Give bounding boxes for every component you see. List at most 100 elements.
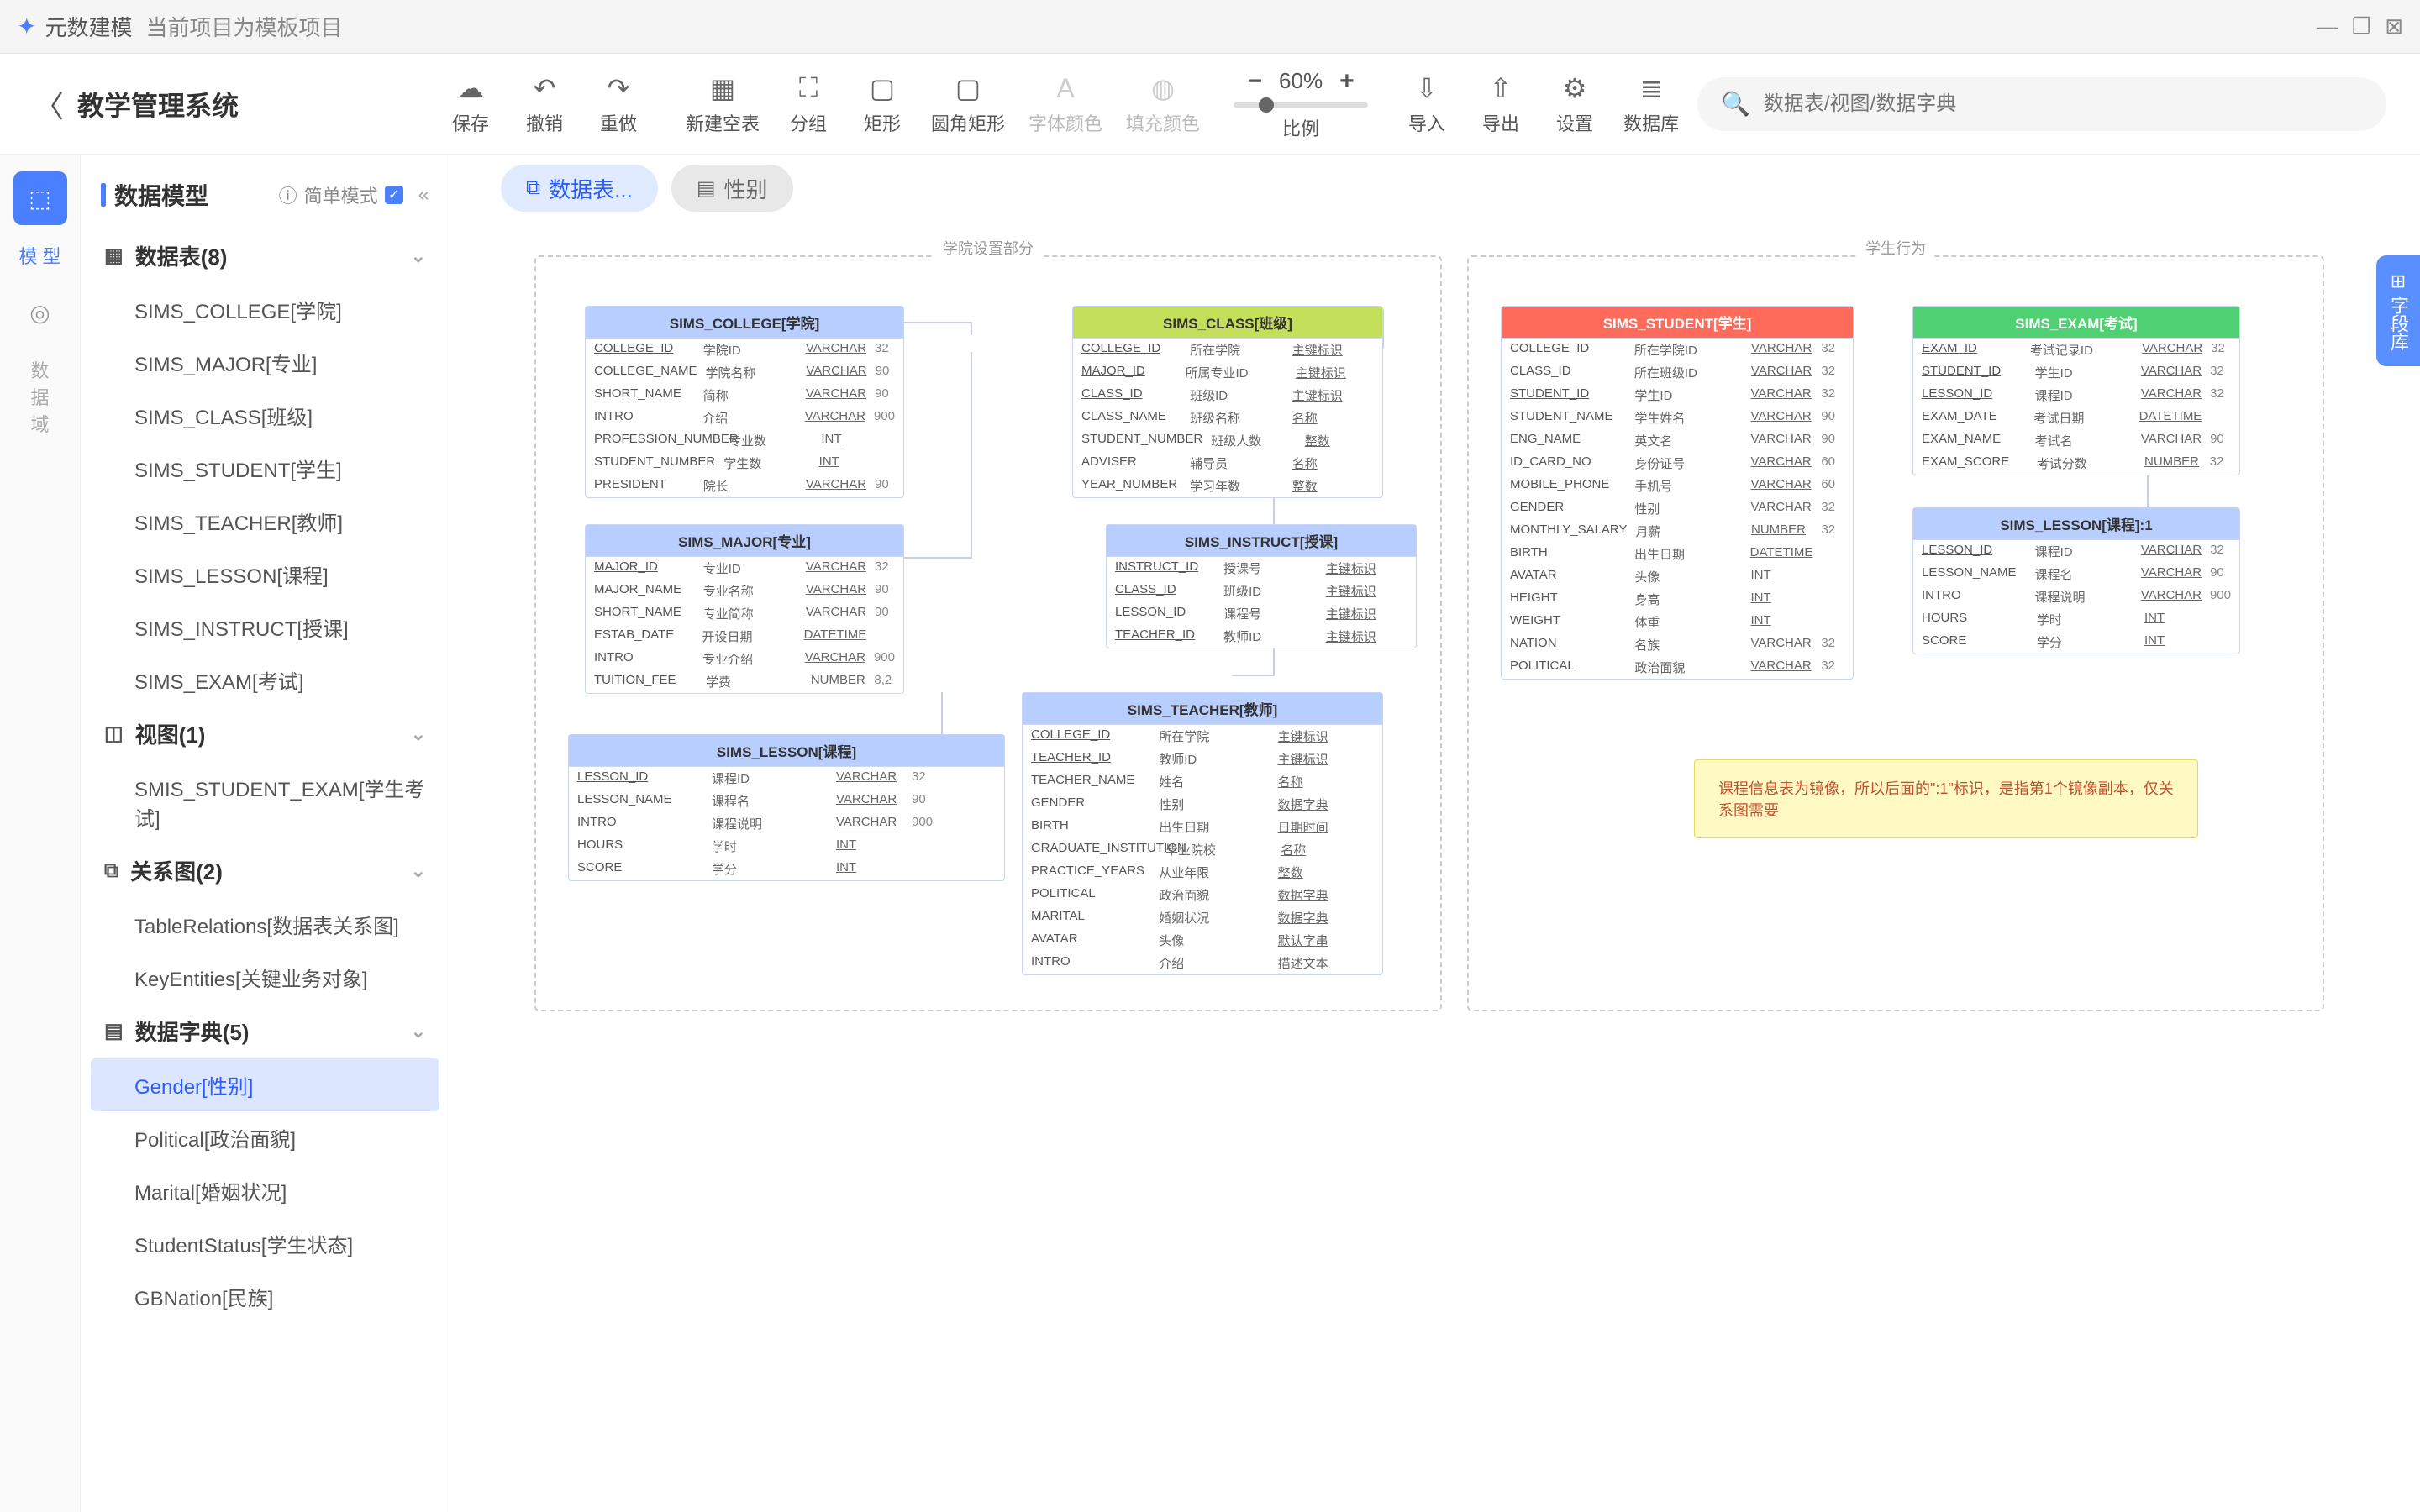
section-dicts[interactable]: ▤ 数据字典(5) ⌄ bbox=[91, 1004, 439, 1058]
field-row[interactable]: SCORE学分INT bbox=[569, 858, 1004, 880]
sidebar-item[interactable]: SIMS_INSTRUCT[授课] bbox=[91, 601, 439, 654]
field-row[interactable]: EXAM_DATE考试日期DATETIME bbox=[1913, 407, 2239, 429]
nav-model[interactable]: ⬚ bbox=[13, 171, 67, 225]
field-row[interactable]: POLITICAL政治面貌VARCHAR32 bbox=[1502, 656, 1853, 679]
canvas[interactable]: ⧉数据表... ▤性别 ⊞ 字段库 学院设置部分 学生行为 bbox=[450, 155, 2420, 1512]
field-row[interactable]: MOBILE_PHONE手机号VARCHAR60 bbox=[1502, 475, 1853, 497]
field-row[interactable]: MONTHLY_SALARY月薪NUMBER32 bbox=[1502, 520, 1853, 543]
import-button[interactable]: ⇩导入 bbox=[1402, 72, 1452, 136]
field-row[interactable]: MAJOR_NAME专业名称VARCHAR90 bbox=[586, 580, 903, 602]
field-row[interactable]: POLITICAL政治面貌数据字典 bbox=[1023, 884, 1382, 906]
export-button[interactable]: ⇧导出 bbox=[1476, 72, 1526, 136]
field-row[interactable]: MAJOR_ID所属专业ID主键标识 bbox=[1073, 361, 1382, 384]
field-row[interactable]: COLLEGE_NAME学院名称VARCHAR90 bbox=[586, 361, 903, 384]
field-row[interactable]: COLLEGE_ID所在学院主键标识 bbox=[1023, 725, 1382, 748]
field-row[interactable]: LESSON_ID课程号主键标识 bbox=[1107, 602, 1416, 625]
field-row[interactable]: TEACHER_NAME姓名名称 bbox=[1023, 770, 1382, 793]
field-row[interactable]: COLLEGE_ID所在学院IDVARCHAR32 bbox=[1502, 339, 1853, 361]
tab-gender[interactable]: ▤性别 bbox=[671, 165, 793, 212]
field-row[interactable]: CLASS_ID班级ID主键标识 bbox=[1107, 580, 1416, 602]
field-row[interactable]: LESSON_NAME课程名VARCHAR90 bbox=[569, 790, 1004, 812]
close-icon[interactable]: ⊠ bbox=[2385, 13, 2403, 39]
rect-button[interactable]: ▢矩形 bbox=[857, 72, 908, 136]
field-row[interactable]: BIRTH出生日期DATETIME bbox=[1502, 543, 1853, 565]
field-row[interactable]: INTRO介绍VARCHAR900 bbox=[586, 407, 903, 429]
save-button[interactable]: ☁保存 bbox=[445, 72, 496, 136]
sidebar-item[interactable]: SIMS_STUDENT[学生] bbox=[91, 442, 439, 495]
sidebar-item[interactable]: SIMS_EXAM[考试] bbox=[91, 654, 439, 706]
field-row[interactable]: STUDENT_NUMBER学生数INT bbox=[586, 452, 903, 475]
sidebar-item[interactable]: SMIS_STUDENT_EXAM[学生考试] bbox=[91, 761, 439, 843]
field-row[interactable]: TEACHER_ID教师ID主键标识 bbox=[1107, 625, 1416, 648]
sidebar-item[interactable]: SIMS_LESSON[课程] bbox=[91, 548, 439, 601]
field-row[interactable]: WEIGHT体重INT bbox=[1502, 611, 1853, 633]
field-row[interactable]: INTRO课程说明VARCHAR900 bbox=[1913, 585, 2239, 608]
field-row[interactable]: STUDENT_ID学生IDVARCHAR32 bbox=[1502, 384, 1853, 407]
nav-domain[interactable]: ◎ bbox=[13, 286, 67, 339]
field-row[interactable]: PRACTICE_YEARS从业年限整数 bbox=[1023, 861, 1382, 884]
section-diagrams[interactable]: ⧉ 关系图(2) ⌄ bbox=[91, 843, 439, 898]
sidebar-item[interactable]: Political[政治面貌] bbox=[91, 1111, 439, 1164]
field-row[interactable]: YEAR_NUMBER学习年数整数 bbox=[1073, 475, 1382, 497]
group-button[interactable]: ⛶分组 bbox=[783, 72, 834, 136]
field-row[interactable]: STUDENT_NAME学生姓名VARCHAR90 bbox=[1502, 407, 1853, 429]
field-row[interactable]: MARITAL婚姻状况数据字典 bbox=[1023, 906, 1382, 929]
field-row[interactable]: NATION名族VARCHAR32 bbox=[1502, 633, 1853, 656]
field-row[interactable]: SHORT_NAME专业简称VARCHAR90 bbox=[586, 602, 903, 625]
zoom-slider[interactable] bbox=[1234, 102, 1368, 108]
field-row[interactable]: STUDENT_NUMBER班级人数整数 bbox=[1073, 429, 1382, 452]
entity-lesson2[interactable]: SIMS_LESSON[课程]:1 LESSON_ID课程IDVARCHAR32… bbox=[1912, 507, 2240, 654]
sidebar-item[interactable]: StudentStatus[学生状态] bbox=[91, 1217, 439, 1270]
undo-button[interactable]: ↶撤销 bbox=[519, 72, 570, 136]
sidebar-item[interactable]: SIMS_COLLEGE[学院] bbox=[91, 283, 439, 336]
field-row[interactable]: INSTRUCT_ID授课号主键标识 bbox=[1107, 557, 1416, 580]
field-row[interactable]: ESTAB_DATE开设日期DATETIME bbox=[586, 625, 903, 648]
minimize-icon[interactable]: — bbox=[2317, 13, 2338, 39]
field-row[interactable]: GRADUATE_INSTITUTION毕业院校名称 bbox=[1023, 838, 1382, 861]
field-row[interactable]: EXAM_NAME考试名VARCHAR90 bbox=[1913, 429, 2239, 452]
maximize-icon[interactable]: ❐ bbox=[2352, 13, 2371, 39]
field-row[interactable]: INTRO介绍描述文本 bbox=[1023, 952, 1382, 974]
field-row[interactable]: HOURS学时INT bbox=[1913, 608, 2239, 631]
field-row[interactable]: LESSON_ID课程IDVARCHAR32 bbox=[569, 767, 1004, 790]
field-row[interactable]: SCORE学分INT bbox=[1913, 631, 2239, 654]
field-row[interactable]: BIRTH出生日期日期时间 bbox=[1023, 816, 1382, 838]
field-row[interactable]: LESSON_ID课程IDVARCHAR32 bbox=[1913, 540, 2239, 563]
entity-college[interactable]: SIMS_COLLEGE[学院] COLLEGE_ID学院IDVARCHAR32… bbox=[585, 306, 904, 498]
sidebar-item[interactable]: SIMS_TEACHER[教师] bbox=[91, 495, 439, 548]
field-row[interactable]: LESSON_ID课程IDVARCHAR32 bbox=[1913, 384, 2239, 407]
field-row[interactable]: ADVISER辅导员名称 bbox=[1073, 452, 1382, 475]
section-tables[interactable]: ▦ 数据表(8) ⌄ bbox=[91, 228, 439, 283]
field-row[interactable]: GENDER性别数据字典 bbox=[1023, 793, 1382, 816]
field-row[interactable]: GENDER性别VARCHAR32 bbox=[1502, 497, 1853, 520]
field-row[interactable]: MAJOR_ID专业IDVARCHAR32 bbox=[586, 557, 903, 580]
sidebar-item[interactable]: KeyEntities[关键业务对象] bbox=[91, 951, 439, 1004]
entity-student[interactable]: SIMS_STUDENT[学生] COLLEGE_ID所在学院IDVARCHAR… bbox=[1501, 306, 1854, 680]
field-row[interactable]: TEACHER_ID教师ID主键标识 bbox=[1023, 748, 1382, 770]
sidebar-item[interactable]: Gender[性别] bbox=[91, 1058, 439, 1111]
field-library-button[interactable]: ⊞ 字段库 bbox=[2376, 255, 2420, 366]
section-views[interactable]: ◫ 视图(1) ⌄ bbox=[91, 706, 439, 761]
field-row[interactable]: HEIGHT身高INT bbox=[1502, 588, 1853, 611]
field-row[interactable]: HOURS学时INT bbox=[569, 835, 1004, 858]
redo-button[interactable]: ↷重做 bbox=[593, 72, 644, 136]
field-row[interactable]: CLASS_NAME班级名称名称 bbox=[1073, 407, 1382, 429]
checkbox-icon[interactable]: ✓ bbox=[385, 186, 403, 204]
fontcolor-button[interactable]: A字体颜色 bbox=[1028, 73, 1102, 136]
search-input[interactable] bbox=[1764, 92, 2363, 116]
entity-class[interactable]: SIMS_CLASS[班级] COLLEGE_ID所在学院主键标识MAJOR_I… bbox=[1072, 306, 1383, 498]
fillcolor-button[interactable]: ◍填充颜色 bbox=[1126, 72, 1200, 136]
field-row[interactable]: TUITION_FEE学费NUMBER8,2 bbox=[586, 670, 903, 693]
field-row[interactable]: INTRO专业介绍VARCHAR900 bbox=[586, 648, 903, 670]
back-icon[interactable]: 〈 bbox=[34, 82, 64, 126]
entity-exam[interactable]: SIMS_EXAM[考试] EXAM_ID考试记录IDVARCHAR32STUD… bbox=[1912, 306, 2240, 475]
tab-tables[interactable]: ⧉数据表... bbox=[501, 165, 658, 212]
field-row[interactable]: STUDENT_ID学生IDVARCHAR32 bbox=[1913, 361, 2239, 384]
collapse-icon[interactable]: « bbox=[418, 183, 429, 207]
field-row[interactable]: PROFESSION_NUMBER专业数INT bbox=[586, 429, 903, 452]
simple-mode-toggle[interactable]: ⓘ 简单模式 ✓ bbox=[279, 181, 403, 208]
entity-lesson[interactable]: SIMS_LESSON[课程] LESSON_ID课程IDVARCHAR32LE… bbox=[568, 734, 1005, 881]
slider-knob[interactable] bbox=[1259, 97, 1274, 113]
field-row[interactable]: COLLEGE_ID所在学院主键标识 bbox=[1073, 339, 1382, 361]
sidebar-item[interactable]: Marital[婚姻状况] bbox=[91, 1164, 439, 1217]
